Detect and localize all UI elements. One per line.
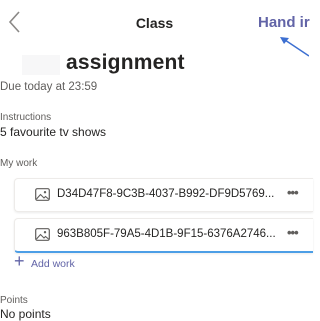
file-name: 963B805F-79A5-4D1B-9F15-6376A2746... bbox=[57, 228, 276, 240]
arrow-annotation-icon bbox=[278, 34, 310, 58]
more-options-button[interactable]: ••• bbox=[287, 225, 299, 240]
instructions-text: 5 favourite tv shows bbox=[0, 125, 107, 139]
hand-in-button[interactable]: Hand ir bbox=[258, 14, 310, 31]
add-work-label: Add work bbox=[31, 258, 75, 270]
assignment-title: assignment bbox=[66, 51, 185, 74]
redacted-title-prefix bbox=[22, 55, 60, 75]
work-file-card[interactable]: 963B805F-79A5-4D1B-9F15-6376A2746... ••• bbox=[14, 218, 313, 253]
more-options-button[interactable]: ••• bbox=[287, 185, 299, 200]
work-file-card[interactable]: D34D47F8-9C3B-4037-B992-DF9D5769... ••• bbox=[14, 178, 313, 212]
due-date: Due today at 23:59 bbox=[0, 81, 98, 93]
my-work-heading: My work bbox=[0, 158, 38, 169]
plus-icon: + bbox=[14, 251, 25, 271]
file-name: D34D47F8-9C3B-4037-B992-DF9D5769... bbox=[57, 188, 275, 200]
instructions-heading: Instructions bbox=[0, 112, 52, 123]
image-file-icon bbox=[35, 188, 50, 201]
top-bar: Class Hand ir bbox=[0, 0, 310, 57]
points-heading: Points bbox=[0, 295, 28, 306]
image-file-icon bbox=[35, 228, 50, 241]
points-value: No points bbox=[0, 307, 51, 321]
